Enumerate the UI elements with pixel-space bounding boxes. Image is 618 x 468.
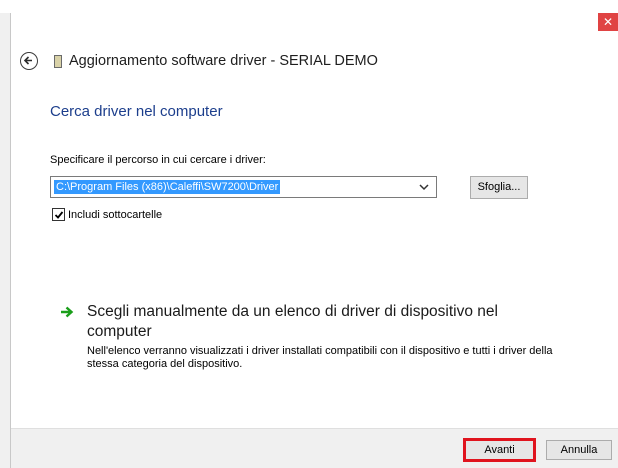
checkmark-icon (54, 211, 64, 219)
close-icon: ✕ (602, 15, 614, 29)
include-subfolders-label: Includi sottocartelle (68, 208, 163, 221)
back-button[interactable] (20, 52, 38, 70)
green-arrow-icon (61, 306, 74, 318)
window-frame-left (0, 13, 10, 468)
manual-option-title[interactable]: Scegli manualmente da un elenco di drive… (87, 302, 547, 342)
path-label: Specificare il percorso in cui cercare i… (50, 154, 266, 166)
include-subfolders-checkbox[interactable] (52, 208, 65, 221)
include-subfolders-row[interactable]: Includi sottocartelle (52, 208, 162, 221)
next-button[interactable]: Avanti (463, 438, 536, 462)
dialog-body (11, 13, 618, 468)
manual-option-description: Nell'elenco verranno visualizzati i driv… (87, 345, 553, 370)
path-combobox[interactable]: C:\Program Files (x86)\Caleffi\SW7200\Dr… (50, 176, 437, 198)
page-title: Cerca driver nel computer (50, 103, 223, 120)
back-arrow-icon (23, 56, 32, 65)
close-button[interactable]: ✕ (598, 13, 618, 31)
window-frame-line (10, 13, 11, 468)
cancel-button[interactable]: Annulla (546, 440, 612, 460)
browse-button[interactable]: Sfoglia... (470, 176, 528, 199)
dialog-footer: Avanti Annulla (11, 428, 618, 468)
chevron-down-icon[interactable] (418, 180, 430, 194)
device-icon (54, 54, 62, 68)
path-input-value[interactable]: C:\Program Files (x86)\Caleffi\SW7200\Dr… (54, 180, 281, 194)
dialog-header: Aggiornamento software driver - SERIAL D… (20, 50, 378, 72)
window-title: Aggiornamento software driver - SERIAL D… (69, 53, 378, 69)
